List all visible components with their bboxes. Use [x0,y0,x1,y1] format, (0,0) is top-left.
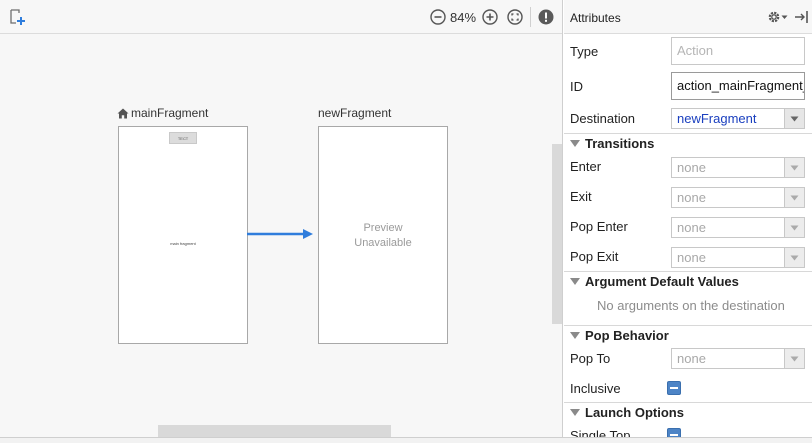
new-fragment-destination[interactable]: Preview Unavailable [318,126,448,344]
hide-panel-button[interactable] [794,9,810,25]
bottom-status-strip [0,437,812,443]
dropdown-arrow-icon [790,225,799,230]
attributes-panel: Attributes Type Action ID action_mainFra… [564,0,812,437]
editor-toolbar: 84% [0,0,562,34]
new-destination-icon [10,9,25,25]
issues-icon [538,9,554,25]
pop-exit-dropdown-button[interactable] [784,248,804,267]
main-fragment-destination[interactable]: ТЕСТ main fragment [118,126,248,344]
pop-enter-dropdown[interactable]: none [671,217,805,238]
enter-dropdown-button[interactable] [784,158,804,177]
enter-dropdown[interactable]: none [671,157,805,178]
dropdown-arrow-icon [790,195,799,200]
no-arguments-text: No arguments on the destination [597,298,785,313]
pop-to-dropdown-button[interactable] [784,349,804,368]
main-fragment-label: mainFragment [117,106,208,120]
navigation-editor[interactable]: 84% mainFragment ТЕСТ main fragment newF… [0,0,563,437]
inclusive-checkbox[interactable] [667,381,681,395]
pop-to-value: none [677,351,706,366]
hide-panel-icon [795,11,808,23]
id-field-value: action_mainFragment_ [677,78,805,93]
new-fragment-name: newFragment [318,106,392,120]
preview-unavailable-text: Preview Unavailable [319,221,447,251]
chevron-down-icon [781,15,788,19]
pop-enter-value: none [677,220,706,235]
action-arrow[interactable] [247,227,315,241]
dropdown-arrow-icon [790,255,799,260]
pop-to-label: Pop To [570,351,611,366]
gear-icon [768,11,780,23]
new-destination-button[interactable] [8,8,26,26]
exit-dropdown[interactable]: none [671,187,805,208]
dropdown-arrow-icon [790,116,799,121]
dropdown-arrow-icon [790,356,799,361]
destination-dropdown-button[interactable] [784,109,804,128]
argument-defaults-section-header[interactable]: Argument Default Values [570,274,739,289]
zoom-level: 84% [450,10,477,25]
destination-label: Destination [570,111,636,126]
issues-button[interactable] [538,9,554,25]
main-fragment-toolbar-preview: ТЕСТ [169,132,197,144]
indeterminate-mark-icon [670,387,678,389]
destination-value: newFragment [677,111,757,126]
pop-to-dropdown[interactable]: none [671,348,805,369]
new-fragment-label: newFragment [318,106,391,120]
single-top-checkbox[interactable] [667,428,681,437]
section-divider [564,271,812,272]
dropdown-arrow-icon [790,165,799,170]
main-fragment-center-text: main fragment [170,241,196,246]
launch-options-section-header[interactable]: Launch Options [570,405,684,420]
pop-exit-value: none [677,250,706,265]
preview-unavailable-label: Preview Unavailable [354,222,412,249]
destination-dropdown[interactable]: newFragment [671,108,805,129]
argument-defaults-heading: Argument Default Values [585,274,739,289]
main-fragment-name: mainFragment [131,106,209,120]
section-divider [564,133,812,134]
zoom-out-icon [430,9,446,25]
exit-value: none [677,190,706,205]
section-divider [564,325,812,326]
collapse-triangle-icon [570,278,580,285]
collapse-triangle-icon [570,332,580,339]
enter-label: Enter [570,159,602,174]
launch-options-heading: Launch Options [585,405,684,420]
type-field-placeholder: Action [677,43,714,58]
type-label: Type [570,44,599,59]
pop-enter-label: Pop Enter [570,219,628,234]
vertical-scrollbar[interactable] [552,144,562,324]
enter-value: none [677,160,706,175]
horizontal-scrollbar[interactable] [158,425,391,437]
panel-settings-button[interactable] [767,9,789,25]
home-icon [117,108,129,118]
type-field[interactable]: Action [671,37,805,65]
zoom-in-icon [482,9,498,25]
transitions-heading: Transitions [585,136,655,151]
main-fragment-toolbar-text: ТЕСТ [177,135,189,141]
zoom-to-fit-icon [507,9,523,25]
zoom-out-button[interactable] [430,9,446,25]
pop-behavior-section-header[interactable]: Pop Behavior [570,328,669,343]
pop-behavior-heading: Pop Behavior [585,328,669,343]
collapse-triangle-icon [570,140,580,147]
attributes-panel-header: Attributes [564,0,812,34]
indeterminate-mark-icon [670,434,678,436]
single-top-label: Single Top [570,428,631,437]
collapse-triangle-icon [570,409,580,416]
transitions-section-header[interactable]: Transitions [570,136,654,151]
id-field[interactable]: action_mainFragment_ [671,72,805,100]
zoom-in-button[interactable] [482,9,498,25]
exit-dropdown-button[interactable] [784,188,804,207]
toolbar-separator [530,7,531,27]
pop-exit-dropdown[interactable]: none [671,247,805,268]
exit-label: Exit [570,189,592,204]
section-divider [564,402,812,403]
id-label: ID [570,79,583,94]
inclusive-label: Inclusive [570,381,621,396]
panel-title: Attributes [570,11,621,25]
pop-exit-label: Pop Exit [570,249,619,264]
pop-enter-dropdown-button[interactable] [784,218,804,237]
zoom-to-fit-button[interactable] [507,9,523,25]
